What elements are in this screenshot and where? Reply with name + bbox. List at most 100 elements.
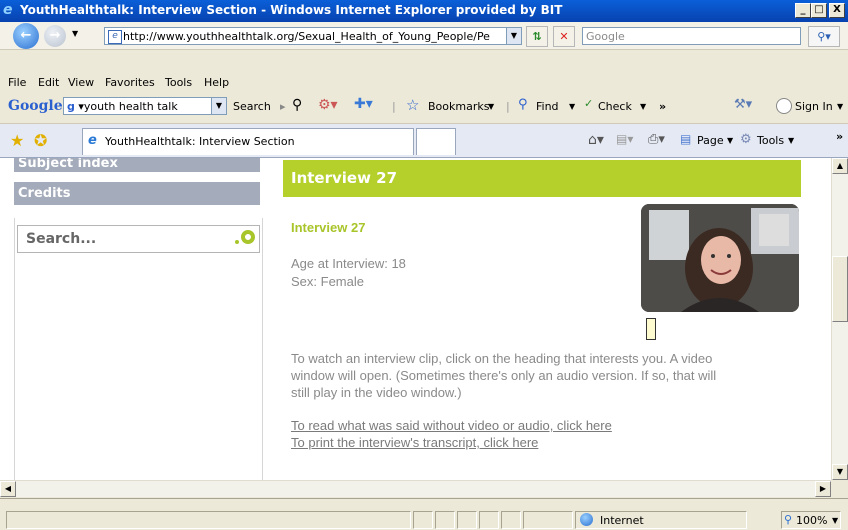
google-toolbar: Google g ▾youth health talk ▼ Search ▸ ⚲… (0, 91, 848, 124)
tools-menu[interactable]: Tools (757, 134, 784, 147)
favorites-star-icon[interactable]: ★ (10, 131, 24, 150)
signin-radio-icon[interactable] (776, 98, 792, 114)
more-button[interactable]: » (659, 100, 666, 113)
signin-dropdown-icon[interactable]: ▼ (837, 102, 843, 111)
menu-file[interactable]: File (8, 76, 26, 89)
tab-title: YouthHealthtalk: Interview Section (105, 135, 295, 148)
menu-view[interactable]: View (68, 76, 94, 89)
bookmarks-button[interactable]: Bookmarks (428, 100, 489, 113)
check-button[interactable]: Check (598, 100, 632, 113)
refresh-icon[interactable]: ⇅ (526, 26, 548, 47)
tab-row: ★ ✪ e YouthHealthtalk: Interview Section… (0, 124, 848, 158)
plus-icon[interactable]: ✚▾ (354, 96, 373, 112)
zoom-level: 100% (796, 514, 828, 527)
add-favorites-icon[interactable]: ✪ (34, 131, 47, 150)
separator: | (506, 100, 510, 113)
zone-segment: Internet (575, 511, 747, 529)
scroll-corner (831, 480, 848, 497)
find-button[interactable]: Find (536, 100, 559, 113)
search-placeholder: Search... (26, 231, 97, 247)
address-dropdown-icon[interactable]: ▼ (506, 28, 521, 44)
signin-button[interactable]: Sign In (795, 100, 833, 113)
new-tab[interactable] (416, 128, 456, 155)
home-icon[interactable]: ⌂▾ (588, 132, 604, 148)
g-icon: g (67, 100, 75, 113)
instructions-line-3: still play in the video window.) (291, 385, 462, 400)
minimize-button[interactable]: _ (795, 3, 811, 18)
find-dropdown-icon[interactable]: ▼ (569, 102, 575, 111)
close-button[interactable]: X (829, 3, 845, 18)
vertical-scrollbar[interactable]: ▲ ▼ (831, 158, 848, 480)
google-query-input[interactable]: g ▾youth health talk ▼ (63, 97, 227, 115)
window-title: YouthHealthtalk: Interview Section - Win… (20, 3, 563, 17)
status-segment (413, 511, 433, 529)
tools-gear-icon: ⚙ (740, 132, 752, 147)
credits-link[interactable]: Credits (14, 182, 260, 205)
sex-line: Sex: Female (291, 274, 364, 289)
menu-tools[interactable]: Tools (165, 76, 192, 89)
forward-button[interactable]: → (44, 25, 66, 47)
more-tabs-button[interactable]: » (836, 130, 843, 143)
check-dropdown-icon[interactable]: ▼ (640, 102, 646, 111)
search-go-icon[interactable]: ⚲▾ (808, 26, 840, 47)
magnifier-icon[interactable]: ⚲ (292, 97, 302, 113)
horizontal-scrollbar[interactable]: ◀ ▶ (0, 480, 831, 497)
google-query-text: youth health talk (83, 100, 178, 113)
page-menu[interactable]: Page (697, 134, 724, 147)
search-submit-icon[interactable] (241, 230, 255, 244)
popup-blocker-icon[interactable]: ⚙▾ (318, 97, 338, 113)
print-icon[interactable]: ⎙▾ (648, 132, 665, 147)
read-transcript-link[interactable]: To read what was said without video or a… (291, 418, 612, 433)
zone-label: Internet (600, 514, 644, 527)
status-segment (523, 511, 573, 529)
maximize-button[interactable]: □ (811, 3, 827, 18)
scroll-down-button[interactable]: ▼ (832, 464, 848, 480)
scroll-up-button[interactable]: ▲ (832, 158, 848, 174)
subject-index-link[interactable]: Subject index (14, 158, 260, 172)
page-content: Subject index Credits Search... Intervie… (0, 158, 831, 480)
zoom-segment[interactable]: ⚲ 100% ▼ (781, 511, 841, 529)
photo-caption-box (646, 318, 656, 340)
scroll-right-button[interactable]: ▶ (815, 481, 831, 497)
site-search-input[interactable]: Search... (17, 225, 260, 253)
stop-icon[interactable]: ✕ (553, 26, 575, 47)
tools-dropdown-icon[interactable]: ▼ (788, 136, 794, 145)
tab-active[interactable]: e YouthHealthtalk: Interview Section (82, 128, 414, 155)
back-button[interactable]: ← (13, 23, 39, 49)
age-line: Age at Interview: 18 (291, 256, 406, 271)
search-dot (235, 240, 239, 244)
separator: | (392, 100, 396, 113)
page-icon: ▤ (680, 132, 692, 146)
search-input[interactable]: Google (582, 27, 801, 45)
address-bar[interactable]: e http://www.youthhealthtalk.org/Sexual_… (104, 27, 522, 45)
status-text-segment (6, 511, 411, 529)
menu-bar: File Edit View Favorites Tools Help (0, 73, 848, 91)
tab-ie-icon: e (88, 133, 97, 148)
spellcheck-icon: ✓ (584, 97, 594, 110)
zoom-dropdown-icon[interactable]: ▼ (832, 516, 838, 525)
google-search-button[interactable]: Search (233, 100, 271, 113)
bookmarks-dropdown-icon[interactable]: ▼ (488, 102, 494, 111)
instructions-line-2: window will open. (Sometimes there's onl… (291, 368, 717, 383)
menu-edit[interactable]: Edit (38, 76, 59, 89)
menu-favorites[interactable]: Favorites (105, 76, 155, 89)
status-segment (457, 511, 477, 529)
title-bar: e YouthHealthtalk: Interview Section - W… (0, 0, 848, 22)
status-segment (501, 511, 521, 529)
feeds-icon[interactable]: ▤▾ (616, 132, 633, 146)
globe-icon (580, 513, 593, 526)
status-segment (479, 511, 499, 529)
history-dropdown-icon[interactable]: ▼ (72, 29, 78, 38)
interviewee-photo (641, 204, 799, 312)
wrench-icon[interactable]: ⚒▾ (734, 97, 752, 112)
google-logo: Google (8, 98, 63, 114)
find-icon: ⚲ (518, 97, 528, 112)
photo-illustration (641, 204, 799, 312)
menu-help[interactable]: Help (204, 76, 229, 89)
query-dropdown-icon[interactable]: ▼ (211, 98, 226, 114)
interview-heading: Interview 27 (291, 220, 366, 235)
print-transcript-link[interactable]: To print the interview's transcript, cli… (291, 435, 538, 450)
scroll-thumb[interactable] (832, 256, 848, 322)
scroll-left-button[interactable]: ◀ (0, 481, 16, 497)
page-dropdown-icon[interactable]: ▼ (727, 136, 733, 145)
